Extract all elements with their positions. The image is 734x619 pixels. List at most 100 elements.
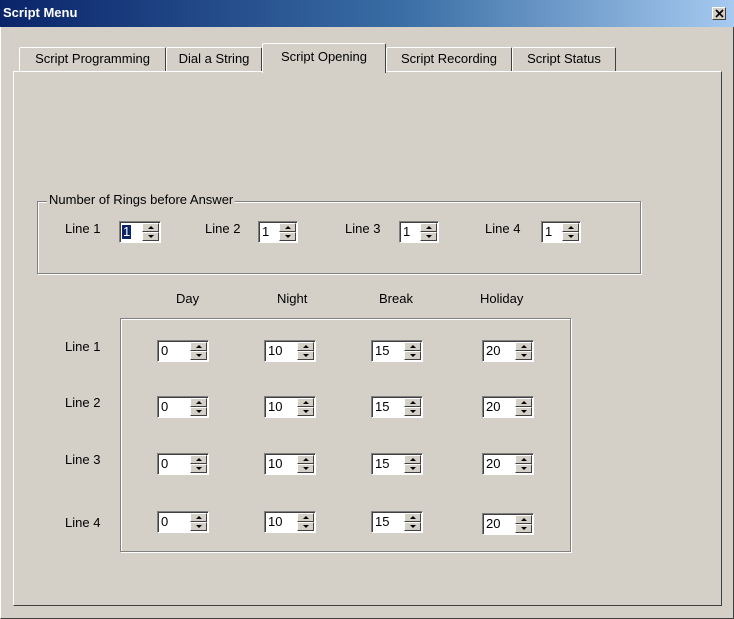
rings-line2-spinner[interactable]: 1 [258, 221, 298, 243]
up-arrow-icon[interactable] [297, 455, 314, 464]
down-arrow-icon[interactable] [190, 351, 207, 360]
column-header-day: Day [176, 291, 200, 306]
down-arrow-icon[interactable] [404, 464, 421, 473]
tab-label: Script Status [527, 51, 601, 66]
up-arrow-icon[interactable] [420, 223, 437, 232]
rings-group-title: Number of Rings before Answer [47, 192, 236, 207]
down-arrow-icon[interactable] [190, 464, 207, 473]
up-arrow-icon[interactable] [515, 455, 532, 464]
down-arrow-icon[interactable] [190, 522, 207, 531]
rings-line-label: Line 3 [345, 221, 381, 236]
line4-night-spinner[interactable]: 10 [264, 511, 316, 533]
spinner-value[interactable]: 10 [268, 457, 282, 471]
tab-label: Script Programming [35, 51, 150, 66]
down-arrow-icon[interactable] [297, 407, 314, 416]
line4-holiday-spinner[interactable]: 20 [482, 513, 534, 535]
up-arrow-icon[interactable] [404, 455, 421, 464]
spinner-value[interactable]: 10 [268, 344, 282, 358]
down-arrow-icon[interactable] [515, 524, 532, 533]
spinner-value[interactable]: 1 [545, 225, 552, 239]
down-arrow-icon[interactable] [404, 407, 421, 416]
down-arrow-icon[interactable] [297, 522, 314, 531]
down-arrow-icon[interactable] [190, 407, 207, 416]
column-header-break: Break [379, 291, 413, 306]
spinner-value[interactable]: 20 [486, 344, 500, 358]
spinner-value[interactable]: 15 [375, 344, 389, 358]
row-label-line3: Line 3 [65, 452, 101, 467]
down-arrow-icon[interactable] [515, 464, 532, 473]
spinner-value[interactable]: 1 [122, 225, 132, 239]
line1-day-spinner[interactable]: 0 [157, 340, 209, 362]
down-arrow-icon[interactable] [297, 351, 314, 360]
spinner-value[interactable]: 10 [268, 400, 282, 414]
line3-night-spinner[interactable]: 10 [264, 453, 316, 475]
row-label-line1: Line 1 [65, 339, 101, 354]
up-arrow-icon[interactable] [562, 223, 579, 232]
up-arrow-icon[interactable] [297, 398, 314, 407]
down-arrow-icon[interactable] [404, 522, 421, 531]
up-arrow-icon[interactable] [190, 513, 207, 522]
rings-line1-spinner[interactable]: 1 [119, 221, 161, 243]
spinner-value[interactable]: 1 [262, 225, 269, 239]
tab-script-status[interactable]: Script Status [512, 47, 616, 71]
up-arrow-icon[interactable] [404, 513, 421, 522]
spinner-value[interactable]: 0 [161, 515, 168, 529]
rings-line4-spinner[interactable]: 1 [541, 221, 581, 243]
down-arrow-icon[interactable] [515, 407, 532, 416]
rings-line3-spinner[interactable]: 1 [399, 221, 439, 243]
window-title: Script Menu [3, 5, 78, 20]
row-label-line4: Line 4 [65, 515, 101, 530]
close-icon [715, 9, 724, 18]
tab-dial-a-string[interactable]: Dial a String [166, 47, 262, 71]
line2-break-spinner[interactable]: 15 [371, 396, 423, 418]
spinner-value[interactable]: 1 [403, 225, 410, 239]
line3-day-spinner[interactable]: 0 [157, 453, 209, 475]
line1-night-spinner[interactable]: 10 [264, 340, 316, 362]
tab-script-programming[interactable]: Script Programming [19, 47, 166, 71]
spinner-value[interactable]: 0 [161, 400, 168, 414]
up-arrow-icon[interactable] [142, 223, 159, 232]
spinner-value[interactable]: 20 [486, 457, 500, 471]
down-arrow-icon[interactable] [279, 232, 296, 241]
up-arrow-icon[interactable] [190, 455, 207, 464]
spinner-value[interactable]: 10 [268, 515, 282, 529]
up-arrow-icon[interactable] [404, 342, 421, 351]
spinner-value[interactable]: 20 [486, 517, 500, 531]
down-arrow-icon[interactable] [420, 232, 437, 241]
down-arrow-icon[interactable] [142, 232, 159, 241]
line1-holiday-spinner[interactable]: 20 [482, 340, 534, 362]
column-header-night: Night [277, 291, 308, 306]
line3-break-spinner[interactable]: 15 [371, 453, 423, 475]
up-arrow-icon[interactable] [190, 398, 207, 407]
tab-label: Script Opening [281, 49, 367, 64]
line2-holiday-spinner[interactable]: 20 [482, 396, 534, 418]
close-button[interactable] [712, 7, 726, 20]
up-arrow-icon[interactable] [515, 398, 532, 407]
line2-day-spinner[interactable]: 0 [157, 396, 209, 418]
spinner-value[interactable]: 0 [161, 344, 168, 358]
down-arrow-icon[interactable] [562, 232, 579, 241]
rings-line-label: Line 1 [65, 221, 101, 236]
line2-night-spinner[interactable]: 10 [264, 396, 316, 418]
up-arrow-icon[interactable] [515, 342, 532, 351]
up-arrow-icon[interactable] [515, 515, 532, 524]
spinner-value[interactable]: 20 [486, 400, 500, 414]
up-arrow-icon[interactable] [279, 223, 296, 232]
up-arrow-icon[interactable] [190, 342, 207, 351]
line1-break-spinner[interactable]: 15 [371, 340, 423, 362]
tab-script-opening[interactable]: Script Opening [262, 43, 386, 73]
line4-break-spinner[interactable]: 15 [371, 511, 423, 533]
down-arrow-icon[interactable] [404, 351, 421, 360]
up-arrow-icon[interactable] [297, 513, 314, 522]
spinner-value[interactable]: 0 [161, 457, 168, 471]
tab-script-recording[interactable]: Script Recording [386, 47, 512, 71]
down-arrow-icon[interactable] [515, 351, 532, 360]
up-arrow-icon[interactable] [297, 342, 314, 351]
spinner-value[interactable]: 15 [375, 457, 389, 471]
line3-holiday-spinner[interactable]: 20 [482, 453, 534, 475]
up-arrow-icon[interactable] [404, 398, 421, 407]
down-arrow-icon[interactable] [297, 464, 314, 473]
line4-day-spinner[interactable]: 0 [157, 511, 209, 533]
spinner-value[interactable]: 15 [375, 515, 389, 529]
spinner-value[interactable]: 15 [375, 400, 389, 414]
